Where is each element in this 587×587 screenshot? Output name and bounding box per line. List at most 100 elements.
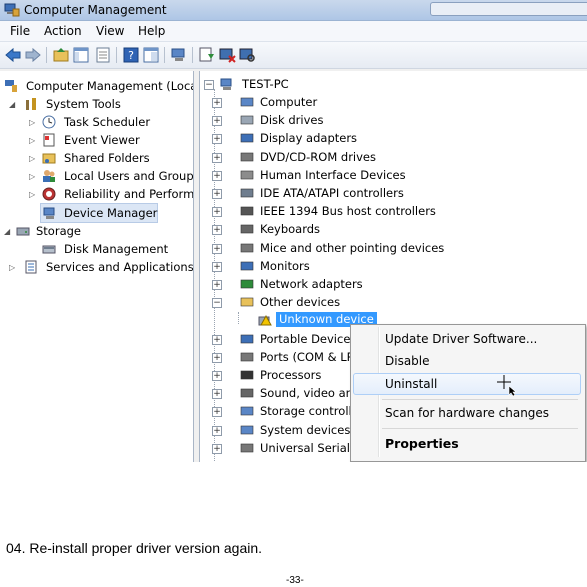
tree-item-reliability-performance[interactable]: ▷ Reliability and Performa — [4, 185, 194, 203]
toolbar: ? — [0, 42, 587, 69]
tree-item-local-users-groups[interactable]: ▷ Local Users and Groups — [4, 167, 194, 185]
menu-action[interactable]: Action — [44, 24, 82, 38]
tree-label: Processors — [260, 368, 322, 382]
expand-icon[interactable]: + — [212, 334, 222, 345]
device-category-row[interactable]: + Computer — [202, 93, 582, 111]
device-category-row[interactable]: + IDE ATA/ATAPI controllers — [202, 184, 582, 202]
window-title: Computer Management — [24, 3, 167, 17]
menu-item-update-driver[interactable]: Update Driver Software... — [354, 329, 580, 349]
device-category-icon — [240, 297, 254, 307]
device-category-icon — [240, 443, 254, 453]
shared-folder-icon — [42, 153, 56, 164]
device-tree-root[interactable]: − TEST-PC — [202, 75, 582, 93]
menu-help[interactable]: Help — [138, 24, 165, 38]
services-icon — [25, 260, 37, 274]
expand-icon[interactable]: + — [212, 261, 222, 272]
expand-icon[interactable]: + — [212, 98, 222, 108]
tree-item-event-viewer[interactable]: ▷ Event Viewer — [4, 131, 192, 149]
collapse-icon[interactable]: − — [212, 298, 222, 309]
update-driver-icon[interactable] — [198, 46, 216, 64]
collapsed-triangle-icon[interactable]: ▷ — [29, 136, 35, 145]
expand-icon[interactable]: + — [212, 407, 222, 418]
console-view-icon[interactable] — [142, 46, 160, 64]
uninstall-device-icon[interactable] — [218, 46, 236, 64]
help-icon[interactable]: ? — [122, 46, 140, 64]
back-arrow-icon[interactable] — [4, 46, 22, 64]
menu-item-scan-hardware[interactable]: Scan for hardware changes — [354, 403, 580, 423]
expand-icon[interactable]: + — [212, 280, 222, 290]
device-category-row[interactable]: + Human Interface Devices — [202, 166, 582, 184]
tree-item-device-manager[interactable]: Device Manager — [40, 203, 158, 223]
expand-icon[interactable]: + — [212, 152, 222, 163]
tree-label: Computer — [260, 95, 318, 109]
device-category-row[interactable]: + DVD/CD-ROM drives — [202, 148, 582, 166]
expand-icon[interactable]: + — [212, 170, 222, 181]
expand-icon[interactable]: + — [212, 371, 222, 381]
expand-icon[interactable]: + — [212, 207, 222, 218]
device-category-row[interactable]: + Network adapters — [202, 275, 582, 293]
expand-icon[interactable]: + — [212, 389, 222, 400]
context-menu: Update Driver Software... Disable Uninst… — [350, 324, 586, 462]
menu-item-disable[interactable]: Disable — [354, 351, 580, 371]
device-category-icon — [240, 152, 254, 161]
device-category-row[interactable]: + IEEE 1394 Bus host controllers — [202, 202, 582, 220]
tree-item-task-scheduler[interactable]: ▷ Task Scheduler — [4, 113, 192, 131]
collapsed-triangle-icon[interactable]: ▷ — [9, 263, 15, 272]
expand-icon[interactable]: + — [212, 425, 222, 436]
tree-label: Portable Devices — [260, 331, 357, 346]
forward-arrow-icon[interactable] — [24, 46, 42, 64]
device-category-row[interactable]: + Monitors — [202, 257, 582, 275]
menu-item-properties[interactable]: Properties — [354, 433, 580, 453]
expand-icon[interactable]: + — [212, 443, 222, 454]
device-category-icon — [240, 97, 254, 107]
collapsed-triangle-icon[interactable]: ▷ — [29, 118, 35, 127]
step-caption: 04. Re-install proper driver version aga… — [6, 540, 263, 556]
tree-item-disk-management[interactable]: Disk Management — [4, 240, 192, 258]
tree-item-system-tools[interactable]: ◢ System Tools — [4, 95, 192, 113]
tree-label: Local Users and Groups — [64, 169, 194, 183]
tree-label: Storage — [36, 224, 81, 238]
device-category-icon — [240, 134, 254, 143]
users-icon — [43, 170, 55, 182]
expand-icon[interactable]: + — [212, 134, 222, 145]
expand-icon[interactable]: + — [212, 116, 222, 127]
device-category-other-devices[interactable]: − Other devices — [202, 293, 582, 311]
up-folder-icon[interactable] — [52, 46, 70, 64]
expand-icon[interactable]: + — [212, 352, 222, 363]
expanded-triangle-icon[interactable]: ◢ — [9, 100, 15, 109]
collapsed-triangle-icon[interactable]: ▷ — [29, 172, 35, 181]
collapsed-triangle-icon[interactable]: ▷ — [29, 190, 35, 199]
tree-item-storage[interactable]: ◢ Storage — [4, 222, 192, 240]
device-category-row[interactable]: + Mice and other pointing devices — [202, 239, 582, 257]
menu-item-label: Uninstall — [385, 377, 438, 391]
tree-item-shared-folders[interactable]: ▷ Shared Folders — [4, 149, 192, 167]
menu-item-uninstall[interactable]: Uninstall — [353, 373, 581, 396]
expand-icon[interactable]: + — [212, 189, 222, 199]
tree-label: Keyboards — [260, 222, 321, 237]
device-category-icon — [240, 115, 254, 125]
tree-label: Other devices — [260, 295, 341, 310]
expand-icon[interactable]: + — [212, 225, 222, 236]
device-category-row[interactable]: + Display adapters — [202, 129, 582, 147]
tree-item-services-applications[interactable]: ▷ Services and Applications — [4, 258, 193, 276]
tree-label: IEEE 1394 Bus host controllers — [260, 204, 436, 219]
tree-label: Reliability and Performa — [64, 187, 194, 201]
collapse-icon[interactable]: − — [204, 80, 214, 90]
device-manager-toolbar-icon[interactable] — [170, 46, 188, 64]
expanded-triangle-icon[interactable]: ◢ — [4, 227, 10, 236]
tree-root-computer-management[interactable]: Computer Management (Local — [4, 77, 193, 95]
expand-icon[interactable]: + — [212, 243, 222, 254]
svg-text:?: ? — [128, 49, 134, 62]
collapsed-triangle-icon[interactable]: ▷ — [29, 154, 35, 163]
show-hide-tree-icon[interactable] — [72, 46, 90, 64]
properties-sheet-icon[interactable] — [94, 46, 112, 64]
window-controls[interactable] — [430, 2, 587, 16]
device-category-icon — [240, 370, 254, 380]
scan-hardware-icon[interactable] — [238, 46, 256, 64]
device-category-row[interactable]: + Keyboards — [202, 220, 582, 238]
device-category-row[interactable]: + Disk drives — [202, 111, 582, 129]
menu-view[interactable]: View — [96, 24, 124, 38]
menu-bar: File Action View Help — [0, 21, 587, 42]
menu-file[interactable]: File — [10, 24, 30, 38]
device-manager-icon — [43, 207, 55, 219]
